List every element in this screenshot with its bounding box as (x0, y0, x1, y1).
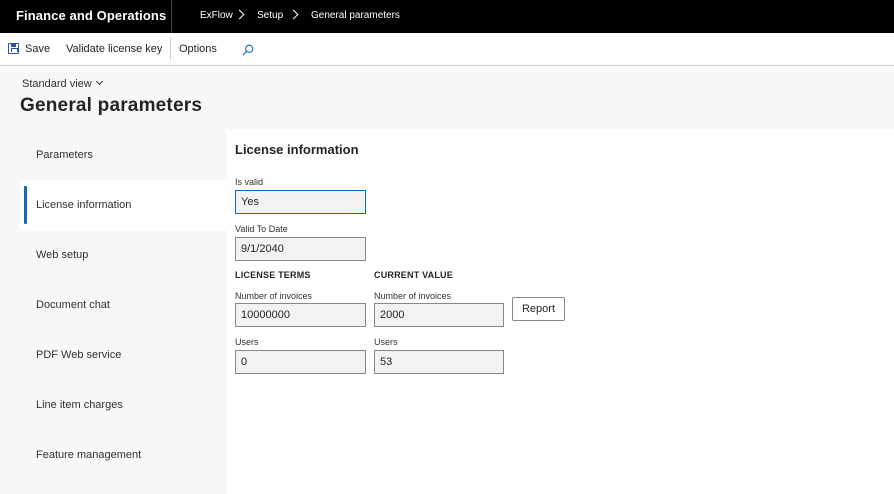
tab-parameters[interactable]: Parameters (20, 130, 227, 180)
section-title: License information (235, 142, 359, 157)
breadcrumb-setup[interactable]: Setup (257, 0, 283, 33)
view-label: Standard view (22, 78, 92, 90)
page-title: General parameters (20, 95, 203, 116)
chevron-right-icon (288, 9, 299, 20)
license-terms-header: LICENSE TERMS (235, 270, 311, 280)
tab-line-item-charges[interactable]: Line item charges (20, 380, 227, 430)
terms-users-label: Users (235, 337, 259, 347)
breadcrumb-exflow[interactable]: ExFlow (200, 0, 233, 33)
active-tab-indicator (24, 186, 27, 224)
tab-label: PDF Web service (36, 349, 122, 361)
action-separator (170, 38, 171, 60)
is-valid-label: Is valid (235, 177, 264, 187)
tab-web-setup[interactable]: Web setup (20, 230, 227, 280)
save-button[interactable]: Save (8, 33, 50, 66)
valid-to-date-field[interactable]: 9/1/2040 (235, 237, 366, 261)
tab-label: Line item charges (36, 399, 123, 411)
valid-to-date-label: Valid To Date (235, 224, 288, 234)
tab-pdf-web-service[interactable]: PDF Web service (20, 330, 227, 380)
save-icon (8, 42, 19, 54)
current-users-label: Users (374, 337, 398, 347)
tab-label: Web setup (36, 249, 89, 261)
current-value-header: CURRENT VALUE (374, 270, 453, 280)
view-selector[interactable]: Standard view (22, 77, 103, 90)
vertical-tabs: Parameters License information Web setup… (20, 130, 227, 494)
current-invoices-field[interactable]: 2000 (374, 303, 504, 327)
is-valid-field[interactable]: Yes (235, 190, 366, 214)
terms-invoices-field[interactable]: 10000000 (235, 303, 366, 327)
current-users-field[interactable]: 53 (374, 350, 504, 374)
save-label: Save (25, 43, 51, 55)
current-invoices-label: Number of invoices (374, 291, 452, 301)
tab-label: Feature management (36, 449, 142, 461)
top-nav-bar: Finance and Operations ExFlow Setup Gene… (0, 0, 894, 33)
action-pane: Save Validate license key Options (0, 33, 894, 66)
report-button[interactable]: Report (512, 297, 565, 321)
tab-label: License information (36, 199, 132, 211)
tab-label: Parameters (36, 149, 93, 161)
nav-divider (171, 0, 172, 33)
options-button[interactable]: Options (179, 33, 217, 66)
breadcrumb-general-parameters[interactable]: General parameters (311, 0, 400, 33)
tab-document-chat[interactable]: Document chat (20, 280, 227, 330)
tab-license-information[interactable]: License information (20, 180, 227, 230)
chevron-right-icon (234, 9, 245, 20)
chevron-down-icon (95, 77, 103, 86)
validate-license-key-button[interactable]: Validate license key (66, 33, 162, 66)
search-icon[interactable] (242, 44, 254, 56)
app-title[interactable]: Finance and Operations (16, 0, 166, 33)
tab-feature-management[interactable]: Feature management (20, 430, 227, 480)
terms-users-field[interactable]: 0 (235, 350, 366, 374)
terms-invoices-label: Number of invoices (235, 291, 313, 301)
tab-label: Document chat (36, 299, 110, 311)
license-information-panel: License information Is valid Yes Valid T… (227, 130, 894, 494)
